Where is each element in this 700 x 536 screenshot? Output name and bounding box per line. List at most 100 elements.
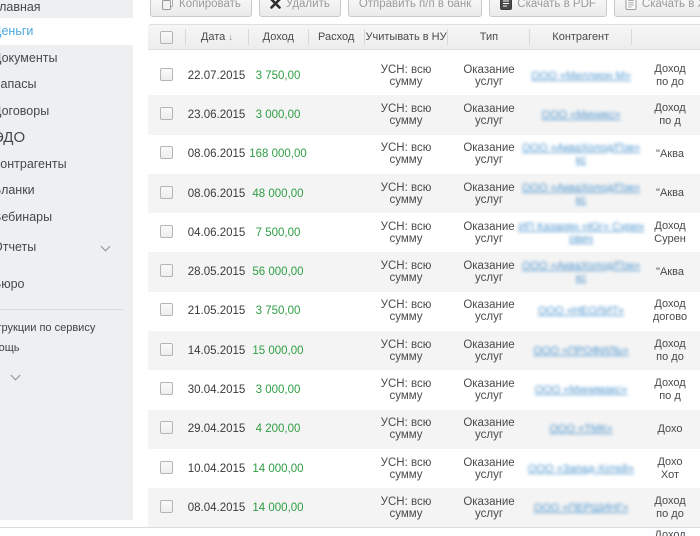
cell-income: 3 750,00 (255, 305, 301, 318)
sidebar-link-instructions[interactable]: Инструкции по сервису (0, 318, 133, 338)
counterparty-link-line2[interactable]: ович (569, 233, 593, 245)
description-line: "Аква (656, 265, 684, 278)
cell-type: Оказание услуг (463, 63, 515, 88)
counterparty-link[interactable]: ООО «АкваХолод/Пэк» (522, 142, 640, 154)
sidebar-item-documents[interactable]: Документы (0, 45, 133, 72)
send-to-bank-button[interactable]: Отправить п/п в банк (347, 0, 483, 17)
counterparty-link[interactable]: ООО «Миллион М» (531, 70, 631, 82)
row-checkbox[interactable] (160, 106, 173, 120)
description-line: Доход (654, 377, 686, 390)
cell-date: 08.04.2015 (187, 501, 246, 514)
sidebar-item-label: Отчеты (0, 240, 37, 255)
counterparty-link-line2[interactable]: кс (576, 272, 586, 284)
counterparty-link[interactable]: ООО «ТМК» (549, 423, 612, 435)
col-header-description[interactable] (631, 29, 700, 45)
counterparty-link[interactable]: ООО «Миникс» (542, 109, 621, 121)
download-pdf-button[interactable]: Скачать в PDF (489, 0, 607, 17)
cell-counterparty: ООО «Миллион М» (530, 70, 632, 82)
sidebar-item-contracts[interactable]: Договоры (0, 98, 133, 125)
sidebar-item-reports[interactable]: Отчеты (0, 234, 133, 261)
table-row[interactable]: 21.05.2015 3 750,00 УСН: всю сумму Оказа… (148, 291, 700, 332)
counterparty-link[interactable]: ООО «АкваХолод/Пэк» (522, 182, 640, 194)
sidebar-link-help[interactable]: Помощь (0, 338, 133, 358)
row-checkbox-cell (148, 264, 185, 280)
table-row[interactable]: 08.06.2015 48 000,00 УСН: всю сумму Оказ… (148, 173, 700, 214)
cell-description: Дохо (632, 423, 700, 436)
row-checkbox[interactable] (160, 185, 173, 199)
table-row[interactable]: 10.04.2015 14 000,00 УСН: всю сумму Оказ… (148, 448, 700, 489)
sidebar-item-label: ЭДО (0, 128, 26, 146)
cell-date: 29.04.2015 (187, 423, 246, 436)
row-checkbox-cell (148, 499, 185, 516)
row-checkbox[interactable] (160, 264, 173, 278)
download-xls-button[interactable]: Скачать в XLS (613, 0, 700, 17)
table-row[interactable]: 23.06.2015 3 000,00 УСН: всю сумму Оказа… (148, 95, 700, 135)
sidebar-item-webinars[interactable]: Вебинары (0, 204, 133, 231)
row-checkbox-cell (148, 146, 185, 162)
col-header-expense[interactable]: Расход (307, 29, 364, 45)
table-row[interactable]: 28.05.2015 56 000,00 УСН: всю сумму Оказ… (148, 252, 700, 292)
cell-date: 14.05.2015 (187, 344, 246, 357)
col-header-income[interactable]: Доход (247, 29, 308, 45)
cell-type: Оказание услуг (463, 456, 515, 481)
row-checkbox[interactable] (160, 382, 173, 396)
table-row[interactable]: 29.04.2015 4 200,00 УСН: всю сумму Оказа… (148, 409, 700, 449)
counterparty-link[interactable]: ООО «ПРОФИЛЬ» (533, 345, 628, 357)
col-header-date[interactable]: Дата ↓ (184, 29, 248, 45)
counterparty-link[interactable]: ИП Казарян «Юг» Сурен (518, 221, 644, 233)
row-checkbox[interactable] (160, 342, 173, 356)
delete-x-icon (270, 0, 281, 9)
row-checkbox-cell (148, 460, 185, 477)
counterparty-link-line2[interactable]: кс (576, 194, 586, 206)
row-checkbox[interactable] (160, 421, 173, 435)
sidebar-item-home[interactable]: Главная (0, 0, 133, 18)
counterparty-link[interactable]: ООО «НЕОЛИТ» (538, 305, 624, 317)
row-checkbox[interactable] (160, 146, 173, 160)
sidebar-item-label: Контрагенты (0, 156, 67, 171)
cell-description: Дохо Хот (632, 456, 700, 482)
cell-counterparty: ИП Казарян «Юг» Сурен ович (518, 221, 644, 245)
counterparty-link[interactable]: ООО «Минимакс» (535, 384, 628, 396)
table-row[interactable]: 22.07.2015 3 750,00 УСН: всю сумму Оказа… (148, 56, 700, 96)
table-row[interactable]: 04.06.2015 7 500,00 УСН: всю сумму Оказа… (148, 213, 700, 253)
table-row[interactable]: 08.06.2015 168 000,00 УСН: всю сумму Ока… (148, 134, 700, 174)
col-header-tax[interactable]: Учитывать в НУ (363, 29, 448, 45)
row-checkbox[interactable] (160, 460, 173, 474)
row-checkbox[interactable] (160, 67, 173, 81)
col-header-counterparty[interactable]: Контрагент (529, 29, 631, 45)
cell-date: 21.05.2015 (187, 305, 246, 318)
counterparty-link-line2[interactable]: кс (576, 154, 586, 166)
col-header-label: Учитывать в НУ (365, 31, 447, 43)
table-row[interactable]: 30.04.2015 3 000,00 УСН: всю сумму Оказа… (148, 370, 700, 410)
copy-button[interactable]: Копировать (150, 0, 252, 17)
row-checkbox[interactable] (160, 499, 173, 513)
sidebar-item-label: Договоры (0, 103, 50, 118)
sidebar-item-forms[interactable]: Бланки (0, 177, 133, 204)
counterparty-link[interactable]: ООО «ПЕРШИНГ» (534, 502, 629, 514)
sidebar-item-money[interactable]: Деньги (0, 18, 133, 45)
row-checkbox[interactable] (160, 224, 173, 238)
sidebar-collapse-chevron-icon[interactable] (10, 370, 21, 381)
counterparty-link[interactable]: ООО «Запад-Хотей» (528, 463, 634, 475)
table-row[interactable]: 14.05.2015 15 000,00 УСН: всю сумму Оказ… (148, 331, 700, 371)
delete-button[interactable]: Удалить (258, 0, 341, 17)
description-line: Хот (660, 468, 680, 481)
cell-type: Оказание услуг (463, 142, 515, 167)
sidebar-item-bureau[interactable]: Бюро (0, 271, 133, 298)
cell-date: 28.05.2015 (187, 266, 246, 279)
counterparty-link[interactable]: ООО «АкваХолод/Пэк» (522, 260, 640, 272)
row-checkbox[interactable] (160, 303, 173, 317)
cell-income: 3 750,00 (255, 69, 301, 82)
cell-date: 10.04.2015 (187, 462, 246, 475)
sidebar-item-counterparties[interactable]: Контрагенты (0, 151, 133, 178)
select-all-checkbox[interactable] (159, 30, 173, 44)
cell-description: "Аква (632, 266, 700, 279)
table-row[interactable]: 08.04.2015 14 000,00 УСН: всю сумму Оказ… (148, 488, 700, 528)
cell-description: Доход по до (632, 338, 700, 364)
sidebar-item-edo[interactable]: ЭДО (0, 124, 133, 151)
row-checkbox-cell (148, 185, 185, 202)
cell-counterparty: ООО «ТМК» (530, 423, 632, 435)
col-header-type[interactable]: Тип (447, 29, 529, 45)
sidebar-item-stocks[interactable]: Запасы (0, 71, 133, 98)
cell-tax-accounting: УСН: всю сумму (380, 102, 432, 127)
